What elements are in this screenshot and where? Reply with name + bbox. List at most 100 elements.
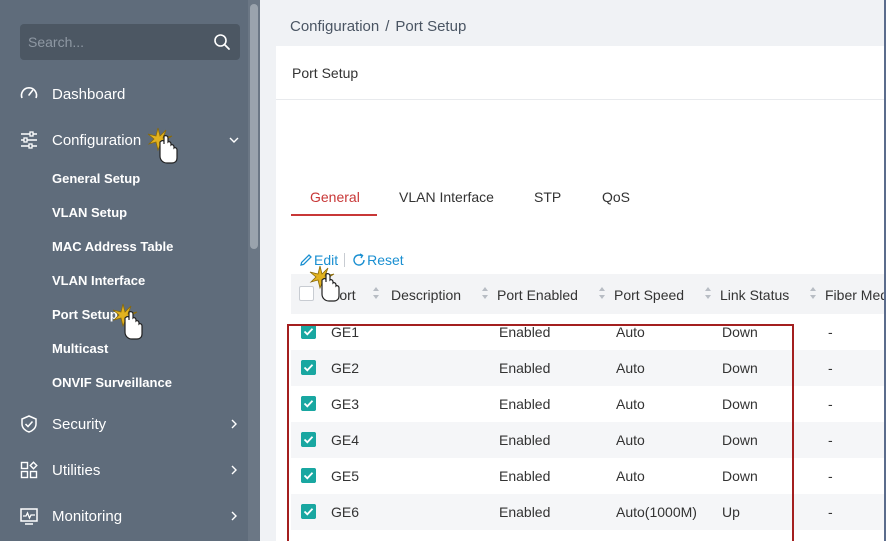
table-row[interactable]: GE2 Enabled Auto Down - [291, 350, 886, 386]
sidebar-subitem-multicast[interactable]: Multicast [52, 341, 108, 356]
cell-port: GE5 [331, 468, 360, 484]
sort-icon[interactable] [481, 286, 489, 300]
sidebar-subitem-port-setup[interactable]: Port Setup [52, 307, 118, 322]
search-box [20, 24, 240, 60]
cell-link-status: Up [722, 504, 740, 520]
row-checkbox[interactable] [301, 432, 316, 447]
cell-link-status: Down [722, 360, 758, 376]
cell-link-status: Down [722, 468, 758, 484]
search-icon[interactable] [212, 32, 232, 52]
monitor-icon [20, 508, 38, 525]
cell-port-speed: Auto(1000M) [616, 504, 697, 520]
cell-port: GE3 [331, 396, 360, 412]
cell-fiber-media: - [828, 468, 833, 484]
sliders-icon [21, 131, 37, 149]
card-header: Port Setup [276, 46, 886, 100]
sidebar-item-label: Configuration [52, 131, 142, 149]
cell-port-enabled: Enabled [499, 360, 551, 376]
column-header-port-speed[interactable]: Port Speed [614, 287, 684, 303]
table-row[interactable]: GE4 Enabled Auto Down - [291, 422, 886, 458]
sidebar-item-label: Security [52, 415, 107, 433]
cell-fiber-media: - [828, 504, 833, 520]
sidebar-subitem-vlan-setup[interactable]: VLAN Setup [52, 205, 127, 220]
toolbar: Edit Reset [298, 250, 404, 270]
table-row[interactable]: GE5 Enabled Auto Down - [291, 458, 886, 494]
pencil-icon [300, 254, 312, 266]
reset-button[interactable]: Reset [351, 252, 404, 268]
active-tab-indicator [291, 214, 377, 216]
cell-port-enabled: Enabled [499, 324, 551, 340]
cell-link-status: Down [722, 324, 758, 340]
sidebar-item-label: Dashboard [52, 85, 126, 103]
reset-label: Reset [367, 252, 404, 268]
cell-link-status: Down [722, 432, 758, 448]
column-header-link-status[interactable]: Link Status [720, 287, 789, 303]
cell-port: GE2 [331, 360, 360, 376]
column-header-description[interactable]: Description [391, 287, 461, 303]
sidebar: Dashboard Configuration General Setup VL… [0, 0, 260, 541]
sidebar-item-security[interactable]: Security [0, 404, 248, 444]
chevron-right-icon [231, 465, 237, 475]
edit-label: Edit [314, 252, 339, 268]
sidebar-item-label: Monitoring [52, 507, 123, 525]
cell-port: GE6 [331, 504, 360, 520]
table-row[interactable]: GE3 Enabled Auto Down - [291, 386, 886, 422]
row-checkbox[interactable] [301, 468, 316, 483]
sort-icon[interactable] [598, 286, 606, 300]
column-header-fiber-media[interactable]: Fiber Media [825, 287, 886, 303]
cell-fiber-media: - [828, 324, 833, 340]
sort-icon[interactable] [704, 286, 712, 300]
card-title: Port Setup [292, 65, 359, 81]
row-checkbox[interactable] [301, 360, 316, 375]
cell-port-speed: Auto [616, 324, 645, 340]
speedometer-icon [20, 87, 38, 99]
select-all-checkbox[interactable] [299, 286, 314, 301]
table-row[interactable]: GE6 Enabled Auto(1000M) Up - [291, 494, 886, 530]
search-input[interactable] [28, 32, 208, 52]
sort-icon[interactable] [809, 286, 817, 300]
sidebar-subitem-onvif-surveillance[interactable]: ONVIF Surveillance [52, 375, 172, 390]
column-header-port[interactable]: Port [330, 287, 356, 303]
table-header: Port Description Port Enabled Port Speed… [291, 274, 886, 314]
sidebar-subitem-general-setup[interactable]: General Setup [52, 171, 140, 186]
main-content: Configuration / Port Setup Port Setup Gene… [260, 0, 886, 541]
refresh-icon [353, 253, 365, 266]
row-checkbox[interactable] [301, 504, 316, 519]
sort-icon[interactable] [372, 286, 380, 300]
cell-port-enabled: Enabled [499, 504, 551, 520]
row-checkbox[interactable] [301, 396, 316, 411]
cell-port-enabled: Enabled [499, 468, 551, 484]
grid-icon [20, 461, 38, 479]
column-header-port-enabled[interactable]: Port Enabled [497, 287, 578, 303]
cell-fiber-media: - [828, 432, 833, 448]
tab-general[interactable]: General [310, 189, 360, 205]
cell-port-speed: Auto [616, 432, 645, 448]
table-row[interactable]: GE1 Enabled Auto Down - [291, 314, 886, 350]
sidebar-scrollbar-thumb[interactable] [250, 4, 258, 249]
sidebar-item-dashboard[interactable]: Dashboard [0, 74, 248, 114]
breadcrumb-parent[interactable]: Configuration [290, 18, 379, 35]
chevron-right-icon [231, 511, 237, 521]
cell-port-speed: Auto [616, 360, 645, 376]
sidebar-item-utilities[interactable]: Utilities [0, 450, 248, 490]
chevron-down-icon [229, 137, 239, 143]
cell-fiber-media: - [828, 360, 833, 376]
cell-port-speed: Auto [616, 396, 645, 412]
cell-fiber-media: - [828, 396, 833, 412]
shield-icon [21, 415, 37, 433]
edit-button[interactable]: Edit [298, 252, 338, 268]
breadcrumb-separator: / [385, 18, 390, 35]
tab-qos[interactable]: QoS [602, 189, 630, 205]
breadcrumb: Configuration / Port Setup [290, 18, 466, 35]
sidebar-subitem-vlan-interface[interactable]: VLAN Interface [52, 273, 145, 288]
breadcrumb-current: Port Setup [395, 18, 467, 35]
sidebar-subitem-mac-address-table[interactable]: MAC Address Table [52, 239, 173, 254]
toolbar-divider [344, 253, 346, 267]
sidebar-item-label: Utilities [52, 461, 101, 479]
sidebar-item-monitoring[interactable]: Monitoring [0, 496, 248, 536]
chevron-right-icon [231, 419, 237, 429]
row-checkbox[interactable] [301, 324, 316, 339]
tab-stp[interactable]: STP [534, 189, 561, 205]
tab-vlan-interface[interactable]: VLAN Interface [399, 189, 494, 205]
sidebar-item-configuration[interactable]: Configuration [0, 120, 248, 160]
